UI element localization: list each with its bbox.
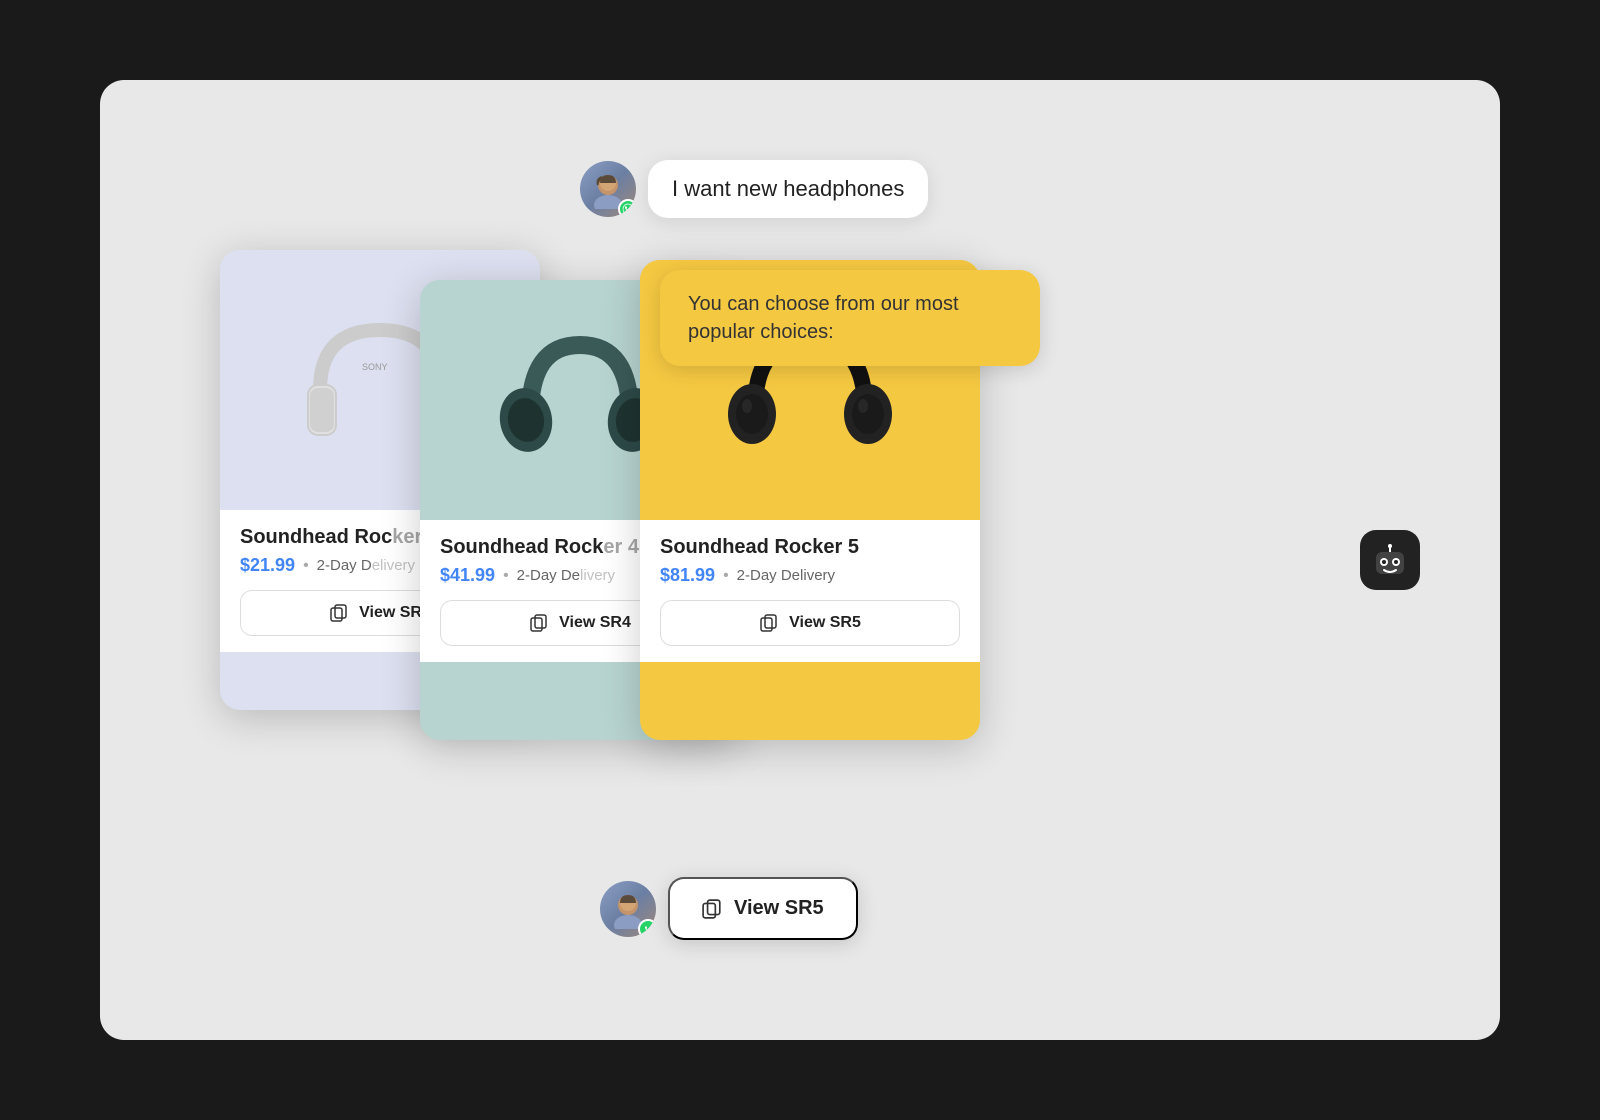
card-2-btn-label: View SR4 (559, 614, 631, 632)
whatsapp-badge (618, 199, 636, 217)
card-1-price: $21.99 (240, 555, 295, 576)
bot-response-bubble: You can choose from our most popular cho… (660, 270, 1040, 366)
card-1-delivery: 2-Day Delivery (317, 557, 415, 574)
bottom-action-row: View SR5 (600, 877, 858, 940)
card-3-price-row: $81.99 • 2-Day Delivery (660, 565, 960, 586)
card-3-body: Soundhead Rocker 5 $81.99 • 2-Day Delive… (640, 520, 980, 662)
user-message-bubble: I want new headphones (648, 160, 928, 218)
card-3-title: Soundhead Rocker 5 (660, 536, 960, 559)
user-message-row: I want new headphones (580, 160, 928, 218)
bot-icon (1360, 530, 1420, 590)
bottom-whatsapp-badge (638, 919, 656, 937)
svg-text:SONY: SONY (362, 362, 388, 372)
user-avatar (580, 161, 636, 217)
card-3-btn-label: View SR5 (789, 614, 861, 632)
card-1-btn-icon (329, 603, 349, 623)
bottom-btn-icon (702, 899, 722, 919)
card-2-delivery: 2-Day Delivery (517, 567, 615, 584)
card-2-price: $41.99 (440, 565, 495, 586)
card-3-delivery: 2-Day Delivery (737, 567, 835, 584)
card-2-btn-icon (529, 613, 549, 633)
card-3-btn-icon (759, 613, 779, 633)
bottom-user-avatar (600, 881, 656, 937)
bottom-btn-label: View SR5 (734, 897, 824, 920)
card-3-price: $81.99 (660, 565, 715, 586)
main-scene: I want new headphones You can choose fro… (100, 80, 1500, 1040)
card-3-view-button[interactable]: View SR5 (660, 600, 960, 646)
bottom-view-sr5-button[interactable]: View SR5 (668, 877, 858, 940)
